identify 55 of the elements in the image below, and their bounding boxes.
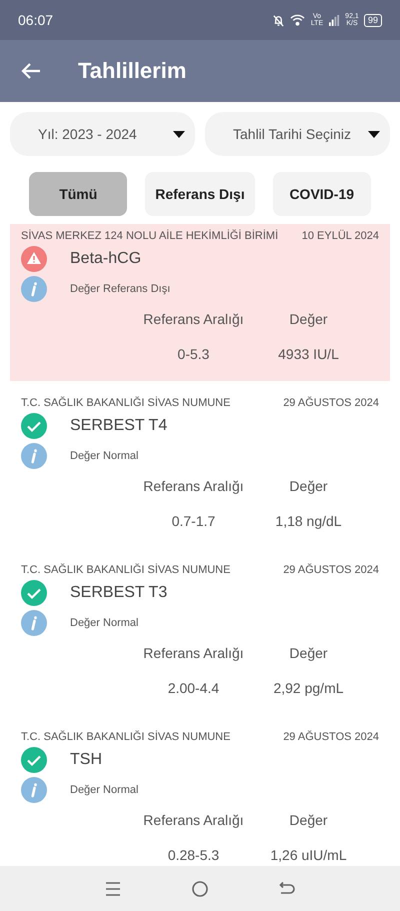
result-value: 4933 IU/L [278,346,339,362]
column-label: Değer [289,812,328,828]
status-text: Değer Normal [70,617,138,629]
lab-name: T.C. SAĞLIK BAKANLIĞI SİVAS NUMUNE [21,564,230,576]
lab-name: T.C. SAĞLIK BAKANLIĞI SİVAS NUMUNE [21,397,230,409]
info-icon [21,443,47,469]
info-icon [21,276,47,302]
filter-button[interactable]: COVID-19 [272,172,371,216]
column-label: Referans Aralığı [143,311,244,327]
reference-range: 0.7-1.7 [172,513,216,529]
screen-title: Tahlillerim [78,58,186,84]
test-name: TSH [70,751,102,769]
menu-icon[interactable] [104,880,122,898]
result-date: 29 AĞUSTOS 2024 [283,564,379,576]
caret-icon [368,130,380,138]
lab-name: SİVAS MERKEZ 124 NOLU AİLE HEKİMLİĞİ BİRİMİ [21,230,278,242]
result-value: 2,92 pg/mL [273,680,344,696]
home-icon[interactable] [190,880,209,898]
battery-level: 99 [364,14,382,26]
filter-button[interactable]: Referans Dışı [145,172,255,216]
result-value: 1,18 ng/dL [275,513,342,529]
dropdown[interactable]: Tahlil Tarihi Seçiniz [205,112,390,156]
test-name: SERBEST T3 [70,584,168,602]
column-label: Referans Aralığı [143,478,244,494]
check-icon [21,580,47,606]
reference-range: 0.28-5.3 [168,847,220,863]
info-icon [21,777,47,803]
result-date: 29 AĞUSTOS 2024 [283,397,379,409]
dropdown[interactable]: Yıl: 2023 - 2024 [10,112,195,156]
result-value: 1,26 uIU/mL [270,847,347,863]
status-text: Değer Normal [70,784,138,796]
status-text: Değer Normal [70,450,138,462]
filter-button[interactable]: Tümü [29,172,128,216]
result-date: 29 AĞUSTOS 2024 [283,731,379,743]
status-time: 06:07 [18,12,54,28]
result-date: 10 EYLÜL 2024 [302,230,379,242]
column-label: Referans Aralığı [143,812,244,828]
bell-off-icon [272,14,285,26]
lab-name: T.C. SAĞLIK BAKANLIĞI SİVAS NUMUNE [21,731,230,743]
wifi-icon [290,14,305,26]
column-label: Değer [289,311,328,327]
column-label: Değer [289,478,328,494]
column-label: Değer [289,645,328,661]
reference-range: 2.00-4.4 [168,680,220,696]
test-name: SERBEST T4 [70,417,168,435]
check-icon [21,413,47,439]
check-icon [21,747,47,773]
test-name: Beta-hCG [70,250,142,268]
caret-icon [173,130,185,138]
column-label: Referans Aralığı [143,645,244,661]
status-text: Değer Referans Dışı [70,283,170,295]
reference-range: 0-5.3 [178,346,210,362]
info-icon [21,610,47,636]
warning-icon [21,246,47,272]
signal-icon [328,14,340,26]
